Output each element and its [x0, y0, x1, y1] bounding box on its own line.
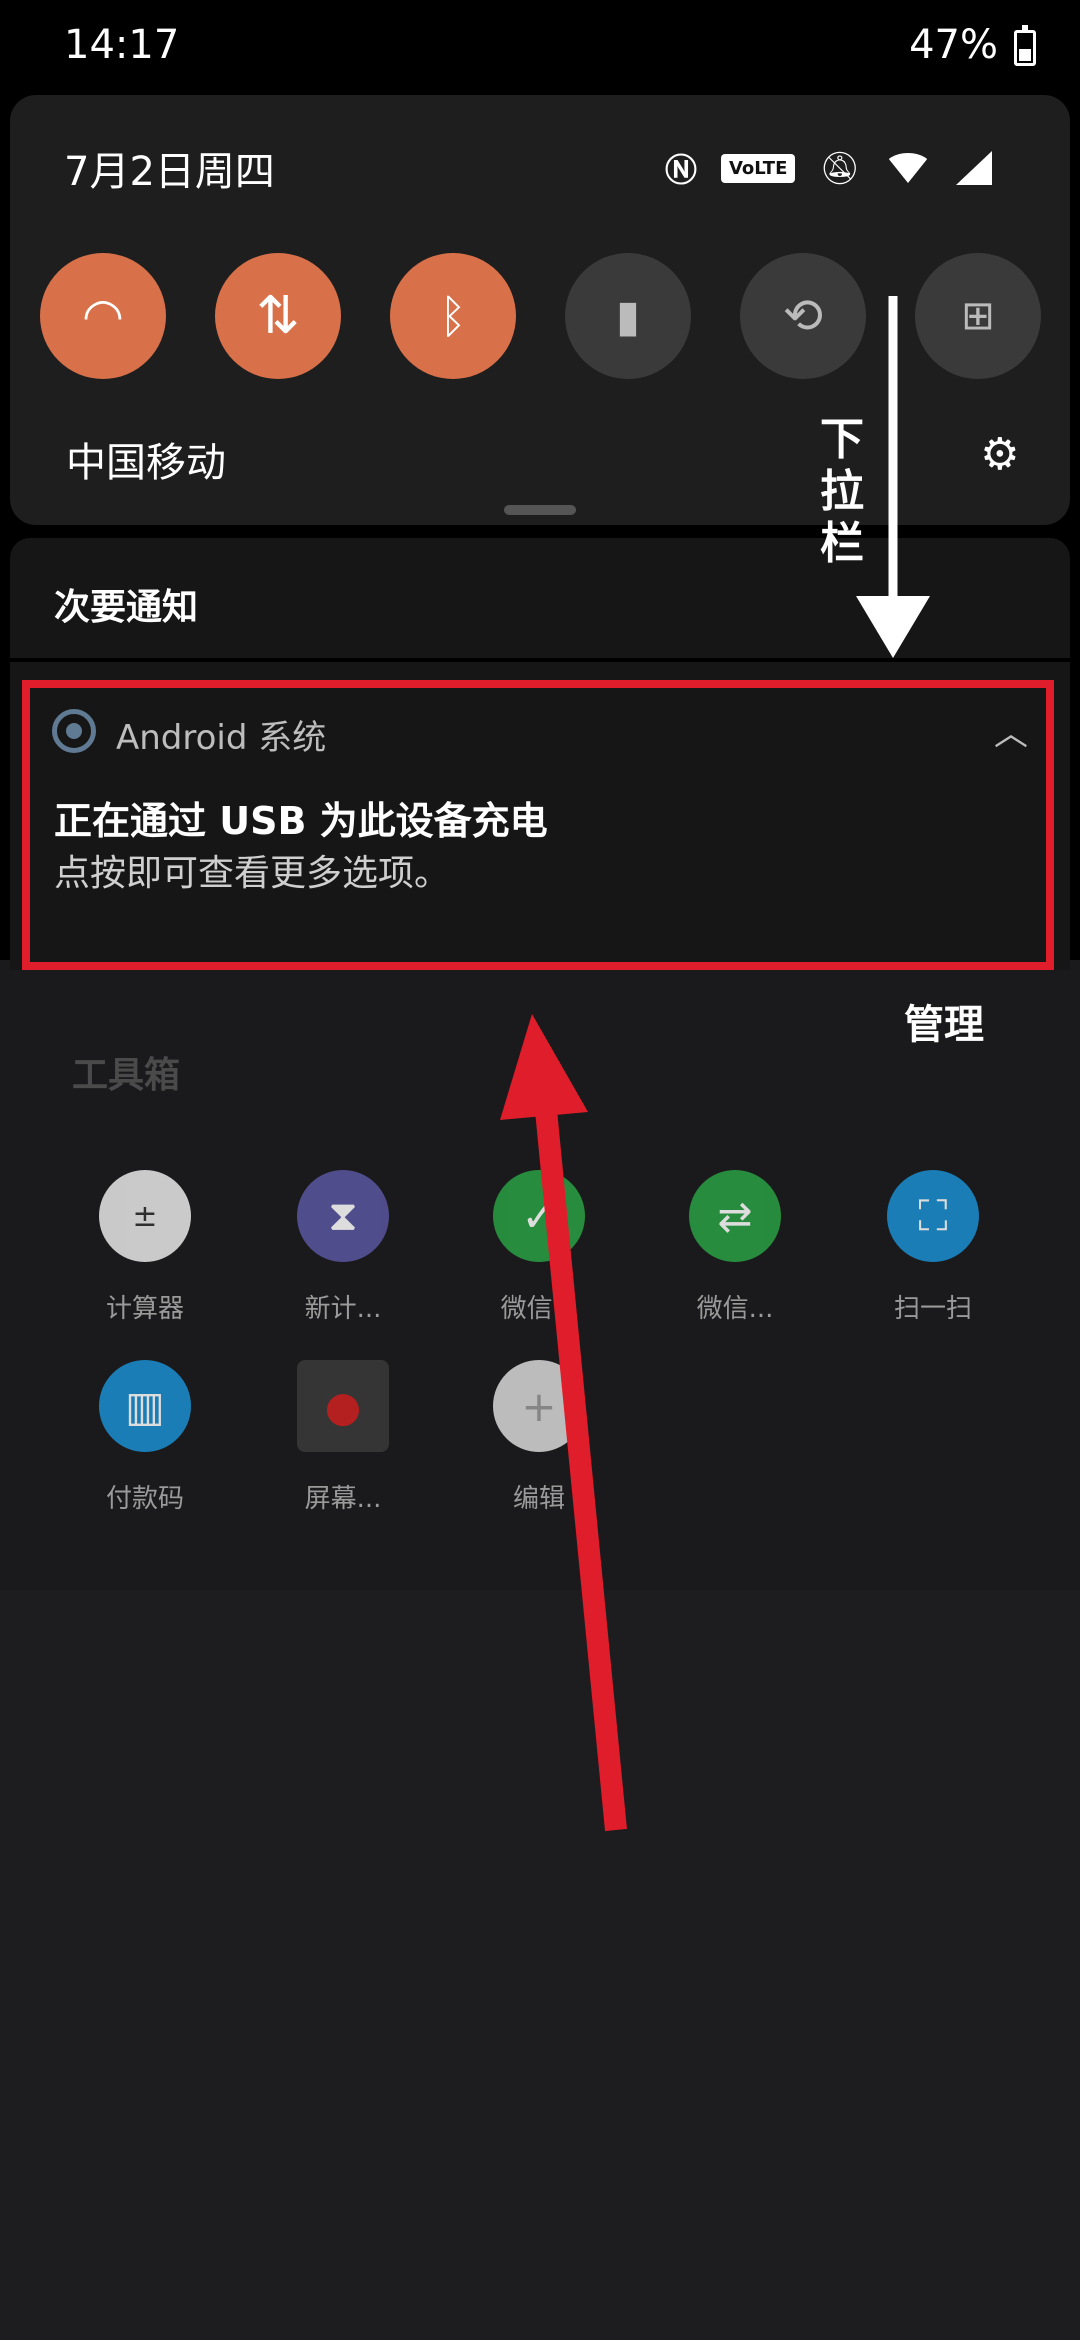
up-arrow [500, 1014, 627, 1832]
down-arrow [856, 296, 930, 658]
annotation-arrows [500, 296, 930, 1832]
